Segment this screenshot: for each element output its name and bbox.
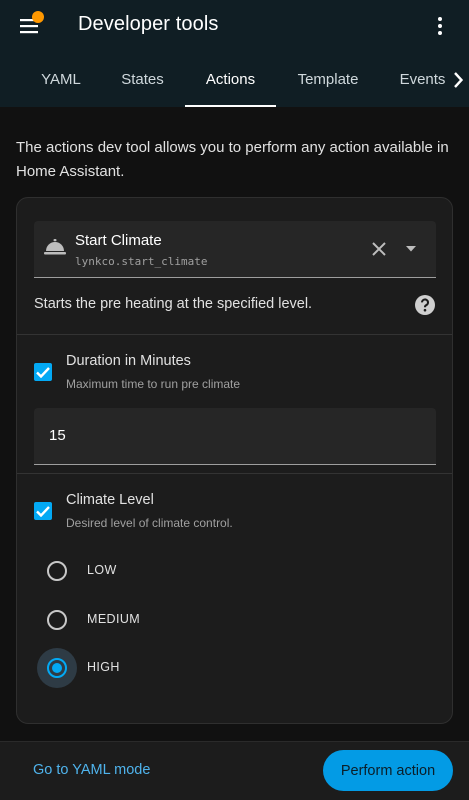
intro-text: The actions dev tool allows you to perfo… — [16, 139, 449, 180]
notification-dot — [32, 11, 44, 23]
action-select[interactable]: Start Climate lynkco.start_climate — [34, 221, 436, 278]
tab-actions[interactable]: Actions — [185, 52, 276, 107]
app-header: Developer tools YAML States Actions Temp… — [0, 0, 469, 107]
tab-yaml[interactable]: YAML — [26, 52, 96, 107]
radio-label: LOW — [87, 563, 117, 577]
tab-template[interactable]: Template — [283, 52, 373, 107]
duration-subtitle: Maximum time to run pre climate — [66, 377, 241, 391]
top-bar: Developer tools — [0, 0, 469, 52]
room-service-bell-icon — [44, 239, 66, 255]
vertical-dots-icon — [438, 17, 442, 35]
action-footer: Go to YAML mode Perform action — [0, 742, 469, 800]
radio-button[interactable] — [37, 648, 77, 688]
action-description: Starts the pre heating at the specified … — [34, 296, 313, 312]
action-id: lynkco.start_climate — [75, 255, 208, 268]
action-name: Start Climate — [75, 232, 162, 249]
close-icon — [372, 242, 386, 256]
developer-tools-app: Developer tools YAML States Actions Temp… — [0, 0, 469, 800]
caret-down-icon — [406, 246, 416, 252]
checkmark-icon — [36, 505, 50, 517]
divider — [17, 473, 452, 474]
tab-states[interactable]: States — [105, 52, 180, 107]
help-circle-icon[interactable] — [415, 295, 435, 315]
radio-option-medium[interactable]: MEDIUM — [37, 600, 337, 640]
tab-bar: YAML States Actions Template Events — [0, 52, 469, 107]
radio-button[interactable] — [37, 600, 77, 640]
more-options-button[interactable] — [426, 10, 454, 42]
radio-label: MEDIUM — [87, 612, 141, 626]
duration-value: 15 — [49, 427, 66, 444]
divider — [17, 334, 452, 335]
perform-action-button[interactable]: Perform action — [323, 750, 453, 791]
climate-level-subtitle: Desired level of climate control. — [66, 516, 233, 530]
go-to-yaml-mode-link[interactable]: Go to YAML mode — [33, 762, 150, 778]
radio-button[interactable] — [37, 551, 77, 591]
radio-option-low[interactable]: LOW — [37, 551, 337, 591]
duration-checkbox[interactable] — [34, 363, 52, 381]
page-title: Developer tools — [78, 13, 219, 35]
dropdown-toggle-button[interactable] — [399, 237, 423, 261]
duration-input[interactable]: 15 — [34, 408, 436, 465]
radio-option-high[interactable]: HIGH — [37, 648, 337, 688]
climate-level-checkbox[interactable] — [34, 502, 52, 520]
tabs-scroll-next-button[interactable] — [446, 52, 469, 107]
checkmark-icon — [36, 366, 50, 378]
climate-level-title: Climate Level — [66, 492, 154, 508]
duration-title: Duration in Minutes — [66, 353, 191, 369]
radio-label: HIGH — [87, 660, 120, 674]
clear-action-button[interactable] — [367, 237, 391, 261]
action-card: Start Climate lynkco.start_climate Start… — [16, 197, 453, 724]
chevron-right-icon — [453, 71, 463, 88]
